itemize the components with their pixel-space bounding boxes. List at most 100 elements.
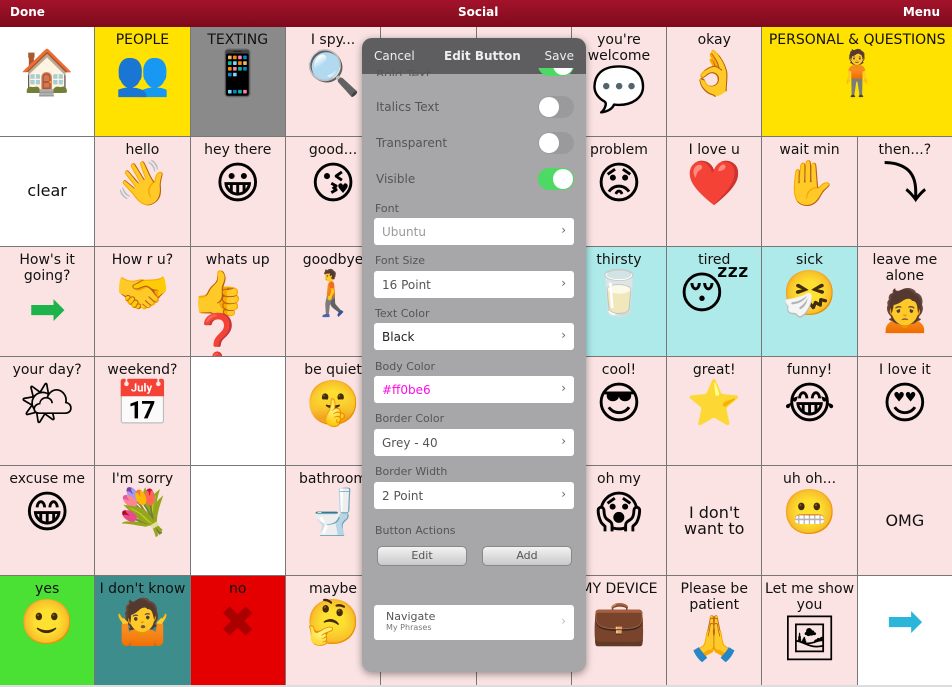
transparent-row: Transparent [376,132,574,154]
star-icon: ⭐ [686,377,742,429]
edit-button-popover: Cancel Edit Button Save Bold Text Italic… [362,38,586,672]
cell-personal-questions[interactable]: PERSONAL & QUESTIONS 🧍 [762,27,952,136]
cell-weekend[interactable]: weekend? 📅 [95,356,190,466]
cell-no[interactable]: no ✖ [190,576,285,685]
border-color-field[interactable]: Grey - 40 › [374,429,574,456]
cell-label: I spy... [310,32,356,48]
save-button[interactable]: Save [545,49,574,63]
text-color-field[interactable]: Black › [374,323,574,350]
cell-excuse-me[interactable]: excuse me 😁 [0,466,95,576]
chevron-right-icon: › [561,614,566,628]
people-talk-icon: 💬 [591,64,647,115]
transparent-toggle[interactable] [538,132,574,154]
menu-button[interactable]: Menu [903,5,940,19]
cell-label: be quiet [304,361,362,378]
cell-i-love-u[interactable]: I love u ❤️ [667,136,762,246]
cell-how-s-it-going[interactable]: How's it going? ➡ [0,246,95,356]
worried-icon: 😟 [596,157,642,209]
cell-label: MY DEVICE [580,581,658,598]
button-actions-label: Button Actions [375,524,456,537]
done-button[interactable]: Done [10,5,45,19]
cell[interactable]: 🏠 [0,27,95,136]
cell-label: yes [35,581,60,598]
cell-label: OMG [885,510,925,530]
cell-i-love-it[interactable]: I love it 😍 [857,356,952,466]
body-color-field[interactable]: #ff0be6 › [374,376,574,403]
font-size-field[interactable]: 16 Point › [374,271,574,298]
cell-yes[interactable]: yes 🙂 [0,576,95,685]
border-width-label: Border Width [375,465,448,478]
cell-label: oh my [597,471,641,488]
cell-label: cool! [601,361,637,378]
cell-leave-me-alone[interactable]: leave me alone 🙍 [857,246,952,356]
cell-omg[interactable]: OMG [857,466,952,576]
bold-text-toggle[interactable] [538,68,574,76]
cell-hey-there[interactable]: hey there 😀 [190,136,285,246]
cell-okay[interactable]: okay 👌 [667,27,762,136]
add-action-button[interactable]: Add [482,546,572,566]
home-icon: 🏠 [19,47,75,98]
cell-great[interactable]: great! ⭐ [667,356,762,466]
cell-label: hello [125,141,160,158]
body-color-value: #ff0be6 [382,383,431,397]
cool-icon: 😎 [596,377,642,429]
popover-title: Edit Button [444,49,521,63]
cell-tired[interactable]: tired 😴 [667,246,762,356]
cell-i-don-t-want-to[interactable]: I don't want to [667,466,762,576]
cell-funny[interactable]: funny! 😂 [762,356,857,466]
cell-i-m-sorry[interactable]: I'm sorry 💐 [95,466,190,576]
maybe-icon: 🤔 [305,597,361,649]
navigate-field[interactable]: Navigate My Phrases › [374,605,574,640]
cell-label: maybe [309,581,358,598]
cell-label: good... [308,141,358,158]
cell-sick[interactable]: sick 🤧 [762,246,857,356]
cell-label: leave me alone [872,251,938,284]
border-width-field[interactable]: 2 Point › [374,482,574,509]
cell-clear[interactable]: clear [0,136,95,246]
visible-toggle[interactable] [538,168,574,190]
italics-row: Italics Text [376,96,574,118]
cell-how-r-u[interactable]: How r u? 🤝 [95,246,190,356]
cell-then[interactable]: then...? ⤵ [857,136,952,246]
italics-toggle[interactable] [538,96,574,118]
sick-icon: 🤧 [782,267,837,319]
cell-let-me-show-you[interactable]: Let me show you 🖼 [762,576,857,685]
uh-oh-icon: 😬 [782,487,837,539]
hand-icon: ✋ [782,157,837,209]
visible-label: Visible [376,172,416,186]
cell-please-be-patient[interactable]: Please be patient 🙏 [667,576,762,685]
font-label: Font [375,202,399,215]
visible-row: Visible [376,168,574,190]
arrow-right-icon: ➡ [886,596,924,648]
body-color-label: Body Color [375,360,435,373]
show-icon: 🖼 [781,613,838,665]
cell-people[interactable]: PEOPLE 👥 [95,27,190,136]
sun-icon: 🌤 [19,377,76,429]
chevron-right-icon: › [561,223,566,237]
cell-hello[interactable]: hello 👋 [95,136,190,246]
cell[interactable]: ➡ [857,576,952,685]
cell-label: hey there [204,141,272,158]
cell-whats-up[interactable]: whats up 👍❓ [190,246,285,356]
device-icon: 💼 [591,597,647,649]
cell-i-don-t-know[interactable]: I don't know 🤷 [95,576,190,685]
cell[interactable] [190,466,285,576]
chevron-right-icon: › [561,276,566,290]
bold-text-row: Bold Text [376,68,574,76]
edit-action-button[interactable]: Edit [377,546,467,566]
cell-texting[interactable]: TEXTING 📱 [190,27,285,136]
cancel-button[interactable]: Cancel [374,49,415,63]
chevron-right-icon: › [561,434,566,448]
cell-wait-min[interactable]: wait min ✋ [762,136,857,246]
italics-label: Italics Text [376,100,440,114]
cell-label: sick [796,251,824,268]
navigate-target: My Phrases [386,623,432,632]
cell-label: wait min [779,141,840,158]
cell-your-day[interactable]: your day? 🌤 [0,356,95,466]
cell[interactable] [190,356,285,466]
cell-label: funny! [786,361,833,378]
cell-uh-oh[interactable]: uh oh... 😬 [762,466,857,576]
bold-text-label: Bold Text [376,68,431,76]
font-field[interactable]: Ubuntu › [374,218,574,245]
love-icon: 😍 [881,377,928,429]
